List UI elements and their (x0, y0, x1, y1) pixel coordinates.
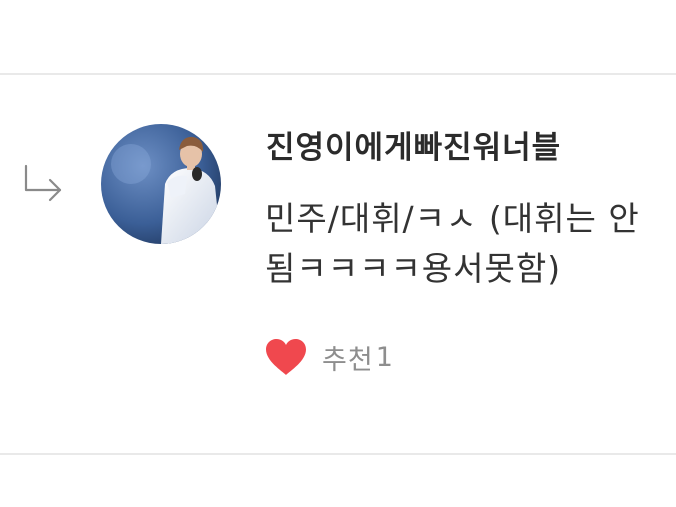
avatar[interactable] (101, 124, 221, 244)
recommend-button[interactable]: 추천 1 (264, 334, 393, 380)
comment-author[interactable]: 진영이에게빠진워너블 (266, 122, 561, 167)
user-photo-avatar (101, 124, 221, 244)
recommend-count: 1 (375, 341, 393, 373)
bottom-divider (0, 453, 676, 455)
comment-page: 진영이에게빠진워너블 민주/대휘/ㅋㅅ (대휘는 안됨ㅋㅋㅋㅋ용서못함) 추천 … (0, 0, 676, 507)
recommend-label: 추천 (322, 344, 374, 376)
comment-text: 민주/대휘/ㅋㅅ (대휘는 안됨ㅋㅋㅋㅋ용서못함) (265, 199, 640, 288)
top-divider (0, 73, 676, 75)
reply-arrow-icon (24, 164, 62, 202)
heart-icon (266, 339, 306, 375)
